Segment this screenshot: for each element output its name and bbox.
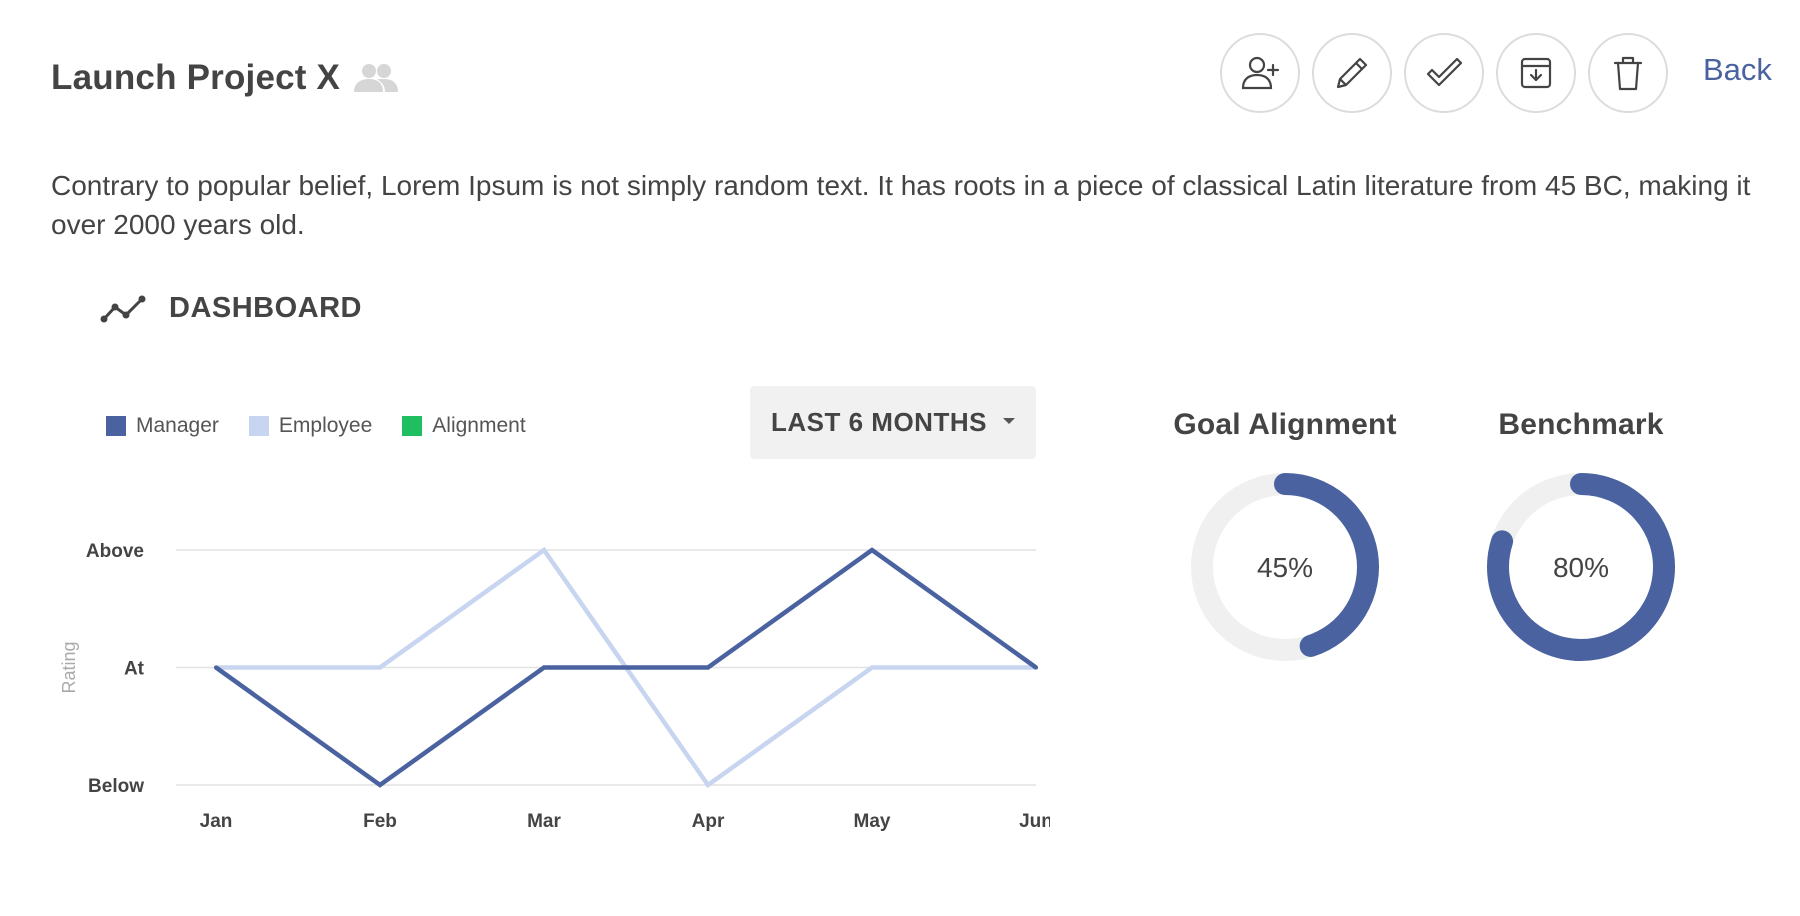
line-chart-icon bbox=[100, 295, 146, 323]
legend-item-employee: Employee bbox=[248, 414, 373, 438]
x-tick-label: Jun bbox=[1019, 811, 1050, 832]
caret-down-icon bbox=[1002, 417, 1015, 424]
check-icon bbox=[1426, 57, 1463, 87]
legend-label: Manager bbox=[136, 414, 219, 437]
data-point-manager bbox=[214, 665, 218, 670]
data-point-manager bbox=[378, 783, 382, 787]
gauge-value: 80% bbox=[1553, 552, 1609, 583]
y-axis-label: Rating bbox=[59, 641, 79, 693]
y-tick-label: Above bbox=[86, 541, 144, 562]
page-title: Launch Project X bbox=[51, 58, 341, 97]
complete-button[interactable] bbox=[1404, 33, 1484, 113]
delete-button[interactable] bbox=[1588, 33, 1668, 113]
x-tick-label: Feb bbox=[363, 811, 397, 832]
add-user-button[interactable] bbox=[1220, 33, 1300, 113]
range-dropdown[interactable]: LAST 6 MONTHS bbox=[750, 386, 1036, 459]
x-tick-label: May bbox=[854, 811, 891, 832]
gauge-title: Benchmark bbox=[1498, 408, 1664, 441]
legend-label: Employee bbox=[278, 414, 373, 437]
rating-chart-svg: Below At Above Rating Jan Feb Mar Apr May Jun bbox=[59, 541, 1053, 832]
legend-label: Alignment bbox=[432, 414, 526, 437]
data-point-manager bbox=[706, 665, 710, 670]
project-description: Contrary to popular belief, Lorem Ipsum … bbox=[51, 170, 1751, 240]
data-point-manager bbox=[1034, 665, 1038, 670]
legend-item-manager: Manager bbox=[106, 414, 219, 438]
archive-button[interactable] bbox=[1496, 33, 1576, 113]
data-point-manager bbox=[542, 665, 546, 670]
donut-chart: 45% bbox=[1191, 473, 1379, 661]
rating-line-chart: Below At Above Rating Jan Feb Mar Apr May Jun bbox=[40, 520, 1053, 840]
chart-legend: Manager Employee Alignment bbox=[106, 414, 526, 438]
x-tick-label: Apr bbox=[692, 811, 725, 832]
gauge-value: 45% bbox=[1257, 552, 1313, 583]
y-tick-label: At bbox=[124, 659, 145, 680]
data-point-employee bbox=[870, 665, 874, 670]
x-tick-label: Mar bbox=[527, 811, 561, 832]
trash-icon bbox=[1613, 56, 1643, 91]
data-point-employee bbox=[706, 783, 710, 787]
range-dropdown-label: LAST 6 MONTHS bbox=[771, 407, 987, 437]
legend-swatch bbox=[248, 416, 269, 436]
project-page: Launch Project X Back Contrary to popula… bbox=[0, 0, 1800, 916]
data-point-manager bbox=[870, 548, 874, 552]
archive-icon bbox=[1520, 57, 1552, 89]
edit-button[interactable] bbox=[1312, 33, 1392, 113]
data-point-employee bbox=[378, 665, 382, 670]
data-point-employee bbox=[542, 548, 546, 552]
goal-alignment-gauge: Goal Alignment 45% bbox=[1165, 408, 1405, 662]
donut-chart: 80% bbox=[1487, 473, 1675, 661]
legend-swatch bbox=[106, 416, 126, 436]
back-link[interactable]: Back bbox=[1703, 52, 1772, 88]
action-toolbar bbox=[1220, 33, 1668, 113]
people-icon bbox=[354, 64, 398, 92]
dashboard-title: DASHBOARD bbox=[169, 292, 362, 324]
gauge-title: Goal Alignment bbox=[1173, 408, 1397, 441]
x-tick-label: Jan bbox=[200, 811, 233, 832]
benchmark-gauge: Benchmark 80% bbox=[1461, 408, 1701, 662]
user-plus-icon bbox=[1241, 56, 1280, 90]
pencil-icon bbox=[1336, 57, 1368, 89]
legend-swatch bbox=[402, 416, 423, 436]
y-tick-label: Below bbox=[88, 776, 144, 797]
legend-item-alignment: Alignment bbox=[402, 414, 526, 438]
